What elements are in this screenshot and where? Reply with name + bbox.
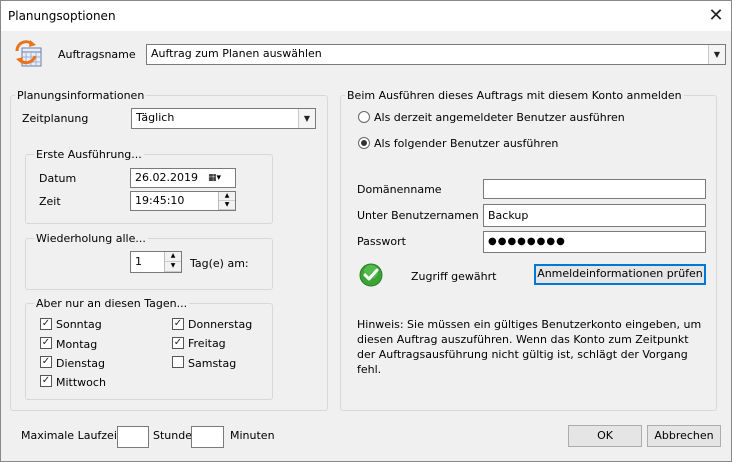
scheduler-icon bbox=[13, 38, 43, 68]
radio-following-user-label: Als folgender Benutzer ausführen bbox=[374, 137, 559, 150]
max-runtime-label: Maximale Laufzeit: bbox=[21, 429, 125, 442]
access-status: Zugriff gewährt bbox=[411, 270, 497, 283]
checkbox-tuesday[interactable]: ✓ bbox=[40, 356, 52, 368]
job-name-value: Auftrag zum Planen auswählen bbox=[151, 47, 322, 60]
spin-down-icon[interactable]: ▼ bbox=[165, 262, 181, 272]
thursday-label: Donnerstag bbox=[188, 318, 253, 331]
spin-up-icon[interactable]: ▲ bbox=[165, 252, 181, 262]
repeat-spinner[interactable]: ▲ ▼ bbox=[164, 252, 181, 272]
saturday-label: Samstag bbox=[188, 357, 237, 370]
account-group-label: Beim Ausführen dieses Auftrags mit diese… bbox=[345, 89, 684, 102]
schedule-combobox[interactable]: Täglich ▼ bbox=[131, 108, 316, 129]
access-granted-check-icon bbox=[359, 263, 383, 287]
spin-up-icon[interactable]: ▲ bbox=[219, 192, 235, 201]
hours-label: Stunde bbox=[153, 429, 192, 442]
days-label: Aber nur an diesen Tagen... bbox=[34, 297, 190, 310]
schedule-label: Zeitplanung bbox=[22, 112, 89, 125]
tuesday-label: Dienstag bbox=[56, 357, 106, 370]
password-input[interactable]: ●●●●●●●● bbox=[483, 231, 706, 253]
check-credentials-button[interactable]: Anmeldeinformationen prüfen bbox=[534, 264, 706, 285]
domain-input[interactable] bbox=[483, 179, 706, 199]
username-value: Backup bbox=[488, 209, 529, 222]
first-run-group bbox=[25, 154, 273, 224]
sunday-label: Sonntag bbox=[56, 318, 102, 331]
repeat-interval-value: 1 bbox=[135, 255, 142, 268]
hint-text: Hinweis: Sie müssen ein gültiges Benutze… bbox=[357, 318, 702, 376]
radio-current-user-label: Als derzeit angemeldeter Benutzer ausfüh… bbox=[374, 111, 625, 124]
window-title: Planungsoptionen bbox=[8, 9, 116, 23]
close-icon[interactable]: ✕ bbox=[705, 5, 727, 27]
hours-input[interactable] bbox=[117, 426, 149, 448]
checkbox-monday[interactable]: ✓ bbox=[40, 337, 52, 349]
planning-options-dialog: Planungsoptionen ✕ Auftragsname Auftrag … bbox=[0, 0, 732, 462]
date-value: 26.02.2019 bbox=[135, 171, 198, 184]
time-label: Zeit bbox=[39, 195, 61, 208]
minutes-input[interactable] bbox=[191, 426, 224, 448]
checkbox-wednesday[interactable]: ✓ bbox=[40, 375, 52, 387]
calendar-icon[interactable]: ▦▾ bbox=[208, 172, 232, 184]
schedule-value: Täglich bbox=[136, 111, 175, 124]
date-label: Datum bbox=[39, 172, 77, 185]
minutes-label: Minuten bbox=[230, 429, 275, 442]
checkbox-friday[interactable]: ✓ bbox=[172, 337, 184, 349]
radio-current-user[interactable] bbox=[358, 111, 370, 123]
time-spinner[interactable]: ▲ ▼ bbox=[218, 192, 235, 210]
job-name-label: Auftragsname bbox=[58, 48, 136, 61]
time-field[interactable]: 19:45:10 ▲ ▼ bbox=[130, 191, 236, 211]
chevron-down-icon[interactable]: ▼ bbox=[298, 109, 315, 128]
checkbox-saturday[interactable] bbox=[172, 356, 184, 368]
wednesday-label: Mittwoch bbox=[56, 376, 106, 389]
chevron-down-icon[interactable]: ▼ bbox=[708, 45, 725, 64]
job-name-combobox[interactable]: Auftrag zum Planen auswählen ▼ bbox=[146, 44, 726, 65]
spin-down-icon[interactable]: ▼ bbox=[219, 201, 235, 210]
password-value: ●●●●●●●● bbox=[488, 236, 566, 247]
username-input[interactable]: Backup bbox=[483, 204, 706, 227]
ok-button[interactable]: OK bbox=[568, 425, 642, 447]
repeat-unit-label: Tag(e) am: bbox=[190, 257, 249, 270]
checkbox-sunday[interactable]: ✓ bbox=[40, 318, 52, 330]
repeat-interval-field[interactable]: 1 ▲ ▼ bbox=[130, 251, 182, 273]
planning-info-label: Planungsinformationen bbox=[15, 89, 147, 102]
friday-label: Freitag bbox=[188, 337, 226, 350]
date-picker[interactable]: 26.02.2019 ▦▾ bbox=[130, 168, 236, 188]
username-label: Unter Benutzernamen bbox=[357, 209, 479, 222]
radio-following-user[interactable] bbox=[358, 137, 370, 149]
password-label: Passwort bbox=[357, 235, 406, 248]
domain-label: Domänenname bbox=[357, 183, 442, 196]
cancel-button[interactable]: Abbrechen bbox=[647, 425, 721, 447]
checkbox-thursday[interactable]: ✓ bbox=[172, 318, 184, 330]
first-run-label: Erste Ausführung... bbox=[34, 148, 144, 161]
repeat-label: Wiederholung alle... bbox=[34, 232, 148, 245]
title-bar: Planungsoptionen ✕ bbox=[1, 1, 731, 31]
monday-label: Montag bbox=[56, 338, 98, 351]
time-value: 19:45:10 bbox=[135, 194, 185, 207]
